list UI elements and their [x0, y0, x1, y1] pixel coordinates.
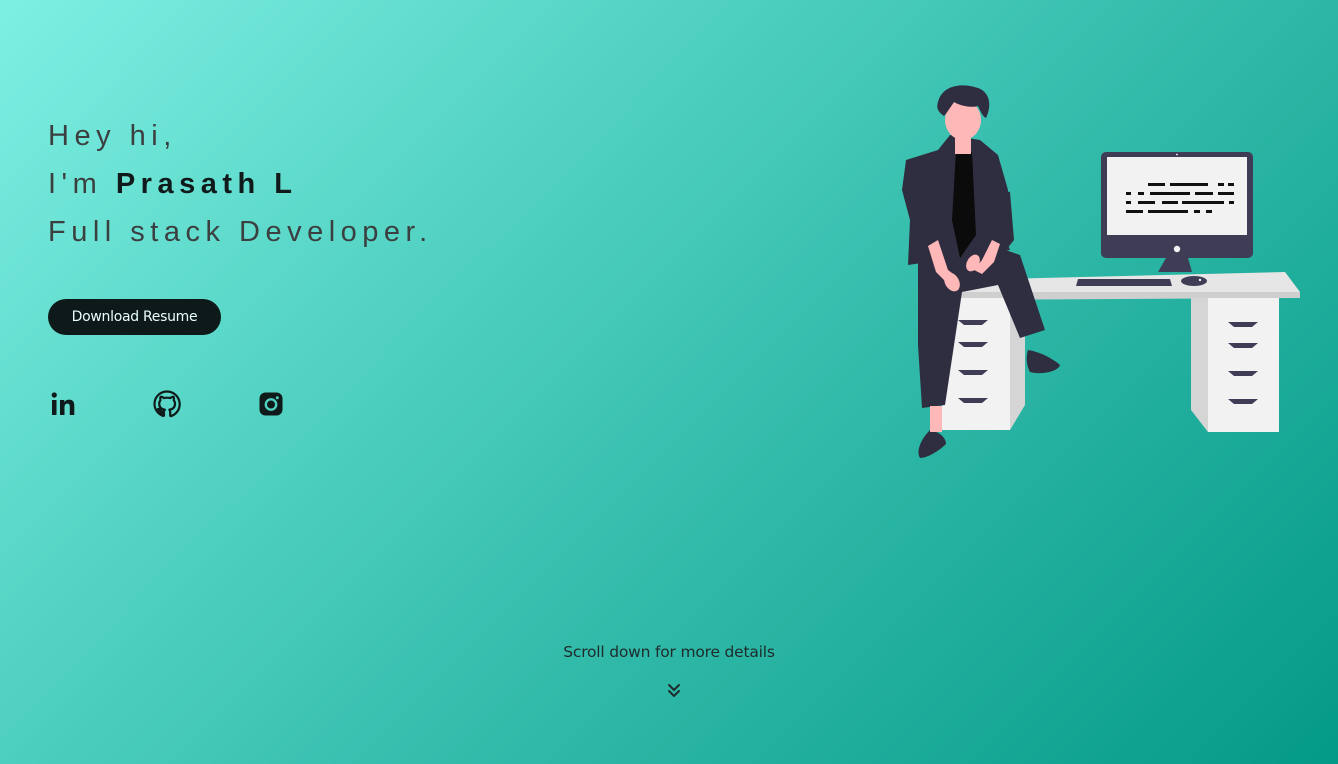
download-resume-button[interactable]: Download Resume [48, 299, 221, 335]
greeting-text: Hey hi, [48, 120, 177, 152]
hero-intro: Hey hi, I'm Prasath L Full stack Develop… [48, 112, 433, 256]
github-icon[interactable] [153, 390, 181, 418]
linkedin-icon[interactable] [50, 390, 78, 418]
developer-name: Prasath L [115, 168, 298, 200]
intro-line: I'm Prasath L [48, 160, 433, 208]
double-chevron-down-icon[interactable] [666, 682, 682, 700]
role-title: Full stack Developer. [48, 216, 433, 248]
instagram-icon[interactable] [257, 390, 285, 418]
scroll-hint-text: Scroll down for more details [563, 643, 775, 661]
developer-at-desk-illustration [902, 85, 1300, 458]
intro-prefix: I'm [48, 168, 116, 200]
